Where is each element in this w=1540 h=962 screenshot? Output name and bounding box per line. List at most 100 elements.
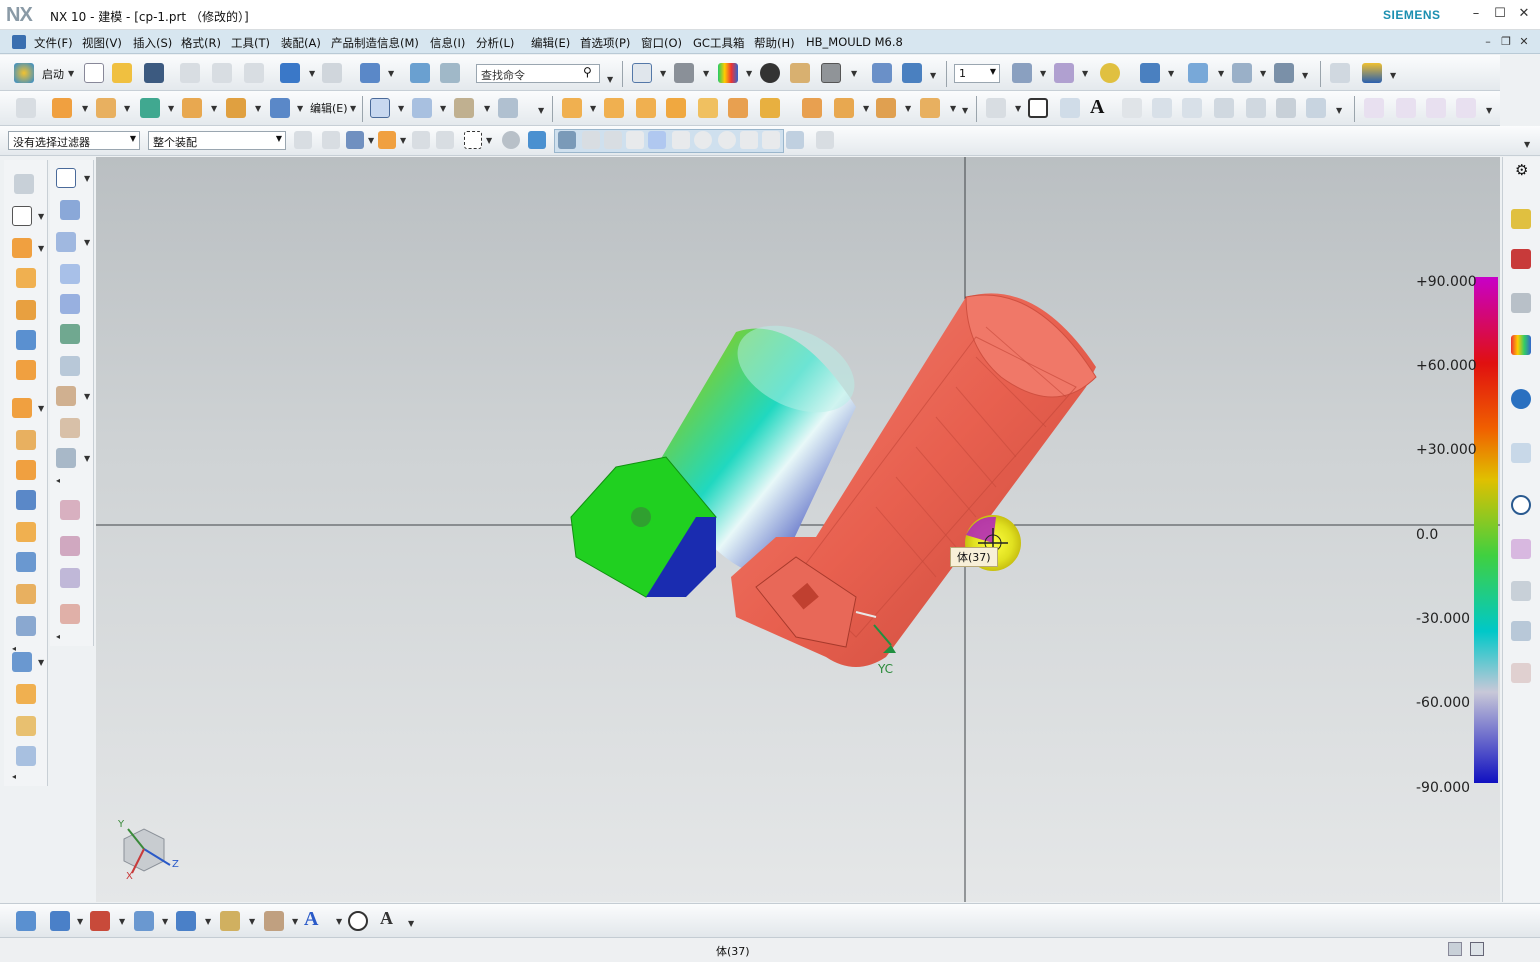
selection-icon[interactable]	[1140, 63, 1160, 83]
text-tool-icon[interactable]: A	[1090, 96, 1104, 119]
new-file-icon[interactable]	[84, 63, 104, 83]
menu-window[interactable]: 窗口(O)	[641, 35, 682, 51]
type-filter-select[interactable]: 没有选择过滤器 ▼	[8, 131, 140, 150]
blend-surface-icon[interactable]	[60, 568, 80, 588]
grid-icon[interactable]	[816, 131, 834, 149]
isoparametric-curve-icon[interactable]	[1276, 98, 1296, 118]
menu-help[interactable]: 帮助(H)	[754, 35, 795, 51]
reset-filter-icon[interactable]	[322, 131, 340, 149]
draft-icon[interactable]	[16, 552, 36, 572]
measure-angle-icon[interactable]	[1232, 63, 1252, 83]
app-menu-icon[interactable]	[12, 35, 26, 49]
through-curves-icon[interactable]	[412, 98, 432, 118]
general-filter-icon[interactable]	[294, 131, 312, 149]
pmi-symbol-icon[interactable]	[134, 911, 154, 931]
mid-point-icon[interactable]	[604, 131, 622, 149]
surface-icon[interactable]	[370, 98, 390, 118]
rectangle-select-icon[interactable]	[464, 131, 482, 149]
hole-icon[interactable]	[12, 398, 32, 418]
save-icon[interactable]	[144, 63, 164, 83]
intersect-curve-icon[interactable]	[1182, 98, 1202, 118]
cut-icon[interactable]	[180, 63, 200, 83]
paste-icon[interactable]	[244, 63, 264, 83]
pmi-search-icon[interactable]	[348, 911, 368, 931]
command-search-input[interactable]: 查找命令	[476, 64, 600, 83]
menu-assembly[interactable]: 装配(A)	[281, 35, 321, 51]
swoop-icon[interactable]	[60, 324, 80, 344]
window-layout-icon[interactable]	[440, 63, 460, 83]
extend-sheet-icon[interactable]	[60, 418, 80, 438]
face-analysis-icon[interactable]	[718, 63, 738, 83]
undo-icon[interactable]	[280, 63, 300, 83]
arc-center-icon[interactable]	[672, 131, 690, 149]
snap-enable-icon[interactable]	[558, 131, 576, 149]
trim-body-icon[interactable]	[182, 98, 202, 118]
manufacturing-wizards-icon[interactable]	[1511, 621, 1531, 641]
doc-close-icon[interactable]: ✕	[1516, 34, 1532, 50]
part-navigator-icon[interactable]	[1511, 293, 1531, 313]
sync-move-face-icon[interactable]	[562, 98, 582, 118]
bounded-grid-icon[interactable]	[786, 131, 804, 149]
sync-relate-icon[interactable]	[876, 98, 896, 118]
menu-pmi[interactable]: 产品制造信息(M)	[331, 35, 419, 51]
offset-face-icon[interactable]	[270, 98, 290, 118]
sweep-icon[interactable]	[498, 98, 518, 118]
web-browser-icon[interactable]	[1511, 443, 1531, 463]
sync-pattern-icon[interactable]	[802, 98, 822, 118]
menu-insert[interactable]: 插入(S)	[133, 35, 172, 51]
deselect-icon[interactable]	[436, 131, 454, 149]
project-curve-icon[interactable]	[1152, 98, 1172, 118]
edge-blend-icon[interactable]	[16, 584, 36, 604]
menu-analysis[interactable]: 分析(L)	[476, 35, 514, 51]
pad-icon[interactable]	[96, 98, 116, 118]
point-on-surface-icon[interactable]	[762, 131, 780, 149]
sync-offset-icon[interactable]	[636, 98, 656, 118]
mirror-feature-icon[interactable]	[16, 490, 36, 510]
through-curve-mesh-icon[interactable]	[60, 264, 80, 284]
point-on-curve-icon[interactable]	[718, 131, 736, 149]
pmi-note-icon[interactable]	[90, 911, 110, 931]
offset-surface-icon[interactable]	[16, 716, 36, 736]
view-triad-icon[interactable]	[902, 63, 922, 83]
pmi-text-style-icon[interactable]: A	[380, 908, 393, 929]
process-studio-icon[interactable]	[1511, 581, 1531, 601]
selection-scope-select[interactable]: 整个装配 ▼	[148, 131, 286, 150]
pattern-icon[interactable]	[16, 460, 36, 480]
status-window-icon[interactable]	[1470, 942, 1484, 956]
menu-hb-mould[interactable]: HB_MOULD M6.8	[806, 35, 903, 49]
wcs-icon[interactable]	[1054, 63, 1074, 83]
trimmed-sheet-icon[interactable]	[56, 386, 76, 406]
feature-filter-icon[interactable]	[346, 131, 364, 149]
section-curve-icon[interactable]	[1214, 98, 1234, 118]
history-icon[interactable]	[1511, 495, 1531, 515]
sphere-icon[interactable]	[16, 360, 36, 380]
sync-replace-icon[interactable]	[666, 98, 686, 118]
view-triad[interactable]	[123, 828, 171, 874]
extrude-solid-icon[interactable]	[12, 238, 32, 258]
sketch-icon[interactable]	[16, 98, 36, 118]
rectangle-icon[interactable]	[1028, 98, 1048, 118]
extract-curve-icon[interactable]	[1246, 98, 1266, 118]
work-layer-select[interactable]: 1 ▼	[954, 64, 1000, 83]
draft-analysis-icon[interactable]	[1362, 63, 1382, 83]
touch-mode-icon[interactable]	[410, 63, 430, 83]
hd3d-tools-icon[interactable]	[1511, 389, 1531, 409]
pmi-section-icon[interactable]	[176, 911, 196, 931]
ruled-surface-icon[interactable]	[56, 232, 76, 252]
section-view-icon[interactable]	[1330, 63, 1350, 83]
pmi-view-icon[interactable]	[16, 911, 36, 931]
cone-icon[interactable]	[16, 330, 36, 350]
start-icon[interactable]	[14, 63, 34, 83]
menu-edit[interactable]: 编辑(E)	[531, 35, 570, 51]
selection-intent-icon[interactable]	[378, 131, 396, 149]
sync-pull-face-icon[interactable]	[604, 98, 624, 118]
sync-mirror-icon[interactable]	[834, 98, 854, 118]
existing-point-icon[interactable]	[740, 131, 758, 149]
redo-icon[interactable]	[322, 63, 342, 83]
menu-view[interactable]: 视图(V)	[82, 35, 122, 51]
smooth-spline-icon[interactable]	[1456, 98, 1476, 118]
sync-dimension-icon[interactable]	[920, 98, 940, 118]
intersection-point-icon[interactable]	[648, 131, 666, 149]
end-point-icon[interactable]	[582, 131, 600, 149]
sync-resize-icon[interactable]	[698, 98, 718, 118]
